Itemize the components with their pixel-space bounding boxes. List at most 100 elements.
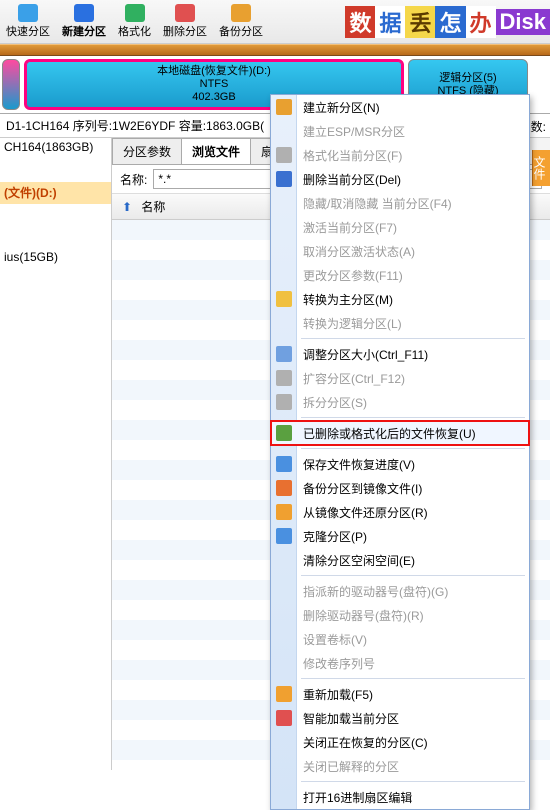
menu-item-icon — [276, 171, 292, 187]
menu-item-label: 隐藏/取消隐藏 当前分区(F4) — [303, 195, 452, 212]
menu-item[interactable]: 关闭正在恢复的分区(C) — [271, 730, 529, 754]
menu-item-label: 激活当前分区(F7) — [303, 219, 397, 236]
menu-separator — [301, 678, 525, 679]
menu-item: 删除驱动器号(盘符)(R) — [271, 603, 529, 627]
menu-item-label: 保存文件恢复进度(V) — [303, 456, 415, 473]
menu-item-label: 扩容分区(Ctrl_F12) — [303, 370, 405, 387]
menu-item[interactable]: 建立新分区(N) — [271, 95, 529, 119]
toolbar-label: 新建分区 — [62, 23, 106, 39]
menu-item-icon — [276, 456, 292, 472]
menu-item[interactable]: 克隆分区(P) — [271, 524, 529, 548]
menu-item-icon — [276, 370, 292, 386]
menu-item-label: 建立ESP/MSR分区 — [303, 123, 405, 140]
menu-item-icon — [276, 425, 292, 441]
menu-item[interactable]: 已删除或格式化后的文件恢复(U) — [271, 421, 529, 445]
disk-segment-label: 逻辑分区(5) — [439, 72, 496, 85]
menu-item[interactable]: 打开16进制扇区编辑 — [271, 785, 529, 809]
tree-item[interactable] — [0, 226, 111, 248]
tree-item[interactable] — [0, 204, 111, 226]
toolbar-icon — [74, 4, 94, 22]
menu-separator — [301, 338, 525, 339]
disk-tree[interactable]: CH164(1863GB) (文件)(D:) ius(15GB) — [0, 138, 112, 770]
disk-segment[interactable] — [2, 59, 20, 110]
menu-item-icon — [276, 394, 292, 410]
banner-char: 数 — [345, 6, 375, 38]
menu-item[interactable]: 保存文件恢复进度(V) — [271, 452, 529, 476]
menu-item[interactable]: 重新加载(F5) — [271, 682, 529, 706]
menu-item: 更改分区参数(F11) — [271, 263, 529, 287]
menu-item[interactable]: 智能加载当前分区 — [271, 706, 529, 730]
menu-separator — [301, 417, 525, 418]
menu-item[interactable]: 备份分区到镜像文件(I) — [271, 476, 529, 500]
tree-item[interactable]: (文件)(D:) — [0, 182, 111, 204]
menu-item[interactable]: 删除当前分区(Del) — [271, 167, 529, 191]
partition-context-menu: 建立新分区(N) 建立ESP/MSR分区格式化当前分区(F)删除当前分区(Del)… — [270, 94, 530, 810]
up-arrow-icon: ⬆ — [122, 200, 132, 214]
menu-item[interactable]: 清除分区空闲空间(E) — [271, 548, 529, 572]
menu-separator — [301, 448, 525, 449]
menu-item-icon — [276, 346, 292, 362]
menu-item-label: 删除驱动器号(盘符)(R) — [303, 607, 424, 624]
menu-item-label: 关闭正在恢复的分区(C) — [303, 734, 428, 751]
menu-item-label: 建立新分区(N) — [303, 99, 380, 116]
tree-item[interactable] — [0, 160, 111, 182]
menu-item[interactable]: 调整分区大小(Ctrl_F11) — [271, 342, 529, 366]
toolbar-删除分区[interactable]: 删除分区 — [157, 2, 213, 41]
menu-item-icon — [276, 710, 292, 726]
toolbar-label: 快速分区 — [6, 23, 50, 39]
menu-item[interactable]: 从镜像文件还原分区(R) — [271, 500, 529, 524]
menu-item-icon — [276, 291, 292, 307]
menu-item-label: 智能加载当前分区 — [303, 710, 399, 727]
menu-item: 格式化当前分区(F) — [271, 143, 529, 167]
menu-item-icon — [276, 480, 292, 496]
toolbar-新建分区[interactable]: 新建分区 — [56, 2, 112, 41]
column-name: 名称 — [141, 200, 165, 214]
menu-item[interactable]: 转换为主分区(M) — [271, 287, 529, 311]
menu-item-label: 调整分区大小(Ctrl_F11) — [303, 346, 428, 363]
menu-item-label: 关闭已解释的分区 — [303, 758, 399, 775]
disk-segment-label: NTFS — [200, 78, 229, 91]
menu-item-label: 转换为主分区(M) — [303, 291, 393, 308]
toolbar-备份分区[interactable]: 备份分区 — [213, 2, 269, 41]
tree-item[interactable]: ius(15GB) — [0, 248, 111, 270]
tree-item[interactable]: CH164(1863GB) — [0, 138, 111, 160]
toolbar-格式化[interactable]: 格式化 — [112, 2, 157, 41]
side-tab-files[interactable]: 文件 — [532, 150, 550, 186]
menu-item-label: 清除分区空闲空间(E) — [303, 552, 415, 569]
tab-浏览文件[interactable]: 浏览文件 — [181, 138, 251, 164]
menu-item-label: 拆分分区(S) — [303, 394, 367, 411]
disk-segment-label: 402.3GB — [192, 91, 235, 104]
banner-char: 怎 — [435, 6, 465, 38]
menu-item-label: 更改分区参数(F11) — [303, 267, 403, 284]
menu-item-icon — [276, 147, 292, 163]
toolbar-label: 删除分区 — [163, 23, 207, 39]
toolbar-label: 格式化 — [118, 23, 151, 39]
menu-item: 设置卷标(V) — [271, 627, 529, 651]
menu-item: 建立ESP/MSR分区 — [271, 119, 529, 143]
menu-item: 修改卷序列号 — [271, 651, 529, 675]
banner-char: 办 — [466, 6, 496, 38]
menu-item: 激活当前分区(F7) — [271, 215, 529, 239]
menu-item-icon — [276, 686, 292, 702]
menu-item: 转换为逻辑分区(L) — [271, 311, 529, 335]
menu-item-label: 转换为逻辑分区(L) — [303, 315, 402, 332]
menu-item-label: 备份分区到镜像文件(I) — [303, 480, 422, 497]
menu-item-label: 指派新的驱动器号(盘符)(G) — [303, 583, 448, 600]
toolbar-label: 备份分区 — [219, 23, 263, 39]
menu-separator — [301, 781, 525, 782]
disk-segment-label: 本地磁盘(恢复文件)(D:) — [157, 65, 271, 78]
menu-item-label: 克隆分区(P) — [303, 528, 367, 545]
menu-item-label: 设置卷标(V) — [303, 631, 367, 648]
toolbar-快速分区[interactable]: 快速分区 — [0, 2, 56, 41]
toolbar-icon — [175, 4, 195, 22]
menu-item: 指派新的驱动器号(盘符)(G) — [271, 579, 529, 603]
menu-item-label: 已删除或格式化后的文件恢复(U) — [303, 425, 476, 442]
menu-item: 隐藏/取消隐藏 当前分区(F4) — [271, 191, 529, 215]
menu-item-label: 从镜像文件还原分区(R) — [303, 504, 428, 521]
tab-分区参数[interactable]: 分区参数 — [112, 138, 182, 164]
separator-bar — [0, 44, 550, 56]
menu-item-icon — [276, 99, 292, 115]
toolbar-icon — [231, 4, 251, 22]
menu-item-icon — [276, 504, 292, 520]
menu-item-label: 打开16进制扇区编辑 — [303, 789, 412, 806]
